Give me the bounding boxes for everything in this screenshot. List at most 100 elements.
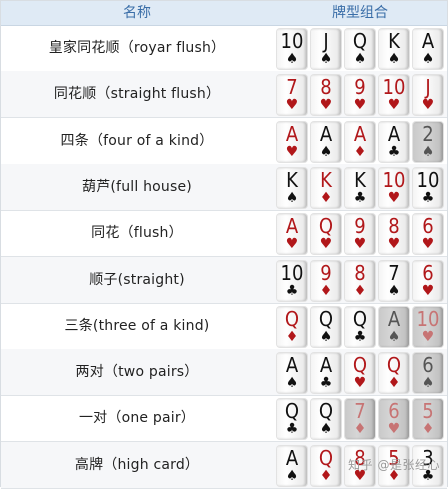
table-row: 皇家同花顺（royar flush） 10 ♠ J ♠ Q ♠ K ♠ A ♠: [1, 25, 447, 72]
card-suit-icon: ♠: [285, 375, 299, 392]
hand-cards: Q ♦ Q ♠ Q ♣ A ♠ 10 ♥: [277, 306, 447, 347]
hand-name: 高牌（high card）: [74, 456, 200, 473]
table-header: 名称 牌型组合: [1, 1, 447, 26]
playing-card: A ♠: [277, 353, 307, 394]
playing-card: K ♦: [311, 167, 341, 208]
card-rank: 10: [280, 260, 304, 285]
card-suit-icon: ♣: [353, 189, 367, 206]
card-suit-icon: ♣: [285, 282, 299, 299]
playing-card: 8 ♥: [379, 214, 409, 255]
card-rank: Q: [284, 306, 300, 331]
card-rank: Q: [318, 399, 334, 424]
playing-card: K ♠: [277, 167, 307, 208]
hand-cards: A ♥ Q ♥ 9 ♥ 8 ♥ 6 ♥: [277, 214, 447, 255]
card-suit-icon: ♥: [285, 143, 299, 160]
hand-cards: A ♠ A ♣ Q ♥ Q ♦ 6 ♠: [277, 353, 447, 394]
playing-card: 7 ♥: [277, 75, 307, 116]
playing-card: Q ♦: [379, 353, 409, 394]
card-suit-icon: ♦: [285, 328, 299, 345]
card-rank: 8: [320, 75, 332, 100]
card-rank: K: [320, 167, 332, 192]
playing-card: A ♥: [277, 214, 307, 255]
playing-card: 6 ♠: [413, 353, 443, 394]
card-suit-icon: ♦: [353, 421, 367, 438]
playing-card: 10 ♣: [277, 260, 307, 301]
card-suit-icon: ♣: [421, 189, 435, 206]
hand-name: 顺子(straight): [89, 271, 185, 288]
playing-card: Q ♠: [311, 306, 341, 347]
playing-card: 8 ♥: [311, 75, 341, 116]
hand-name: 两对（two pairs）: [75, 364, 199, 381]
card-suit-icon: ♠: [353, 51, 367, 67]
header-combo: 牌型组合: [332, 5, 388, 21]
card-suit-icon: ♠: [387, 328, 401, 345]
card-suit-icon: ♠: [421, 375, 435, 392]
playing-card: Q ♣: [277, 399, 307, 440]
table-row: 两对（two pairs） A ♠ A ♣ Q ♥ Q ♦ 6 ♠: [1, 349, 447, 397]
card-rank: A: [285, 121, 299, 146]
playing-card: 10 ♣: [413, 167, 443, 208]
hand-cards: 10 ♠ J ♠ Q ♠ K ♠ A ♠: [277, 29, 447, 69]
hand-cards: 7 ♥ 8 ♥ 9 ♥ 10 ♥ J ♥: [277, 75, 447, 116]
hand-name: 一对（one pair）: [78, 410, 195, 427]
playing-card: 10 ♥: [379, 167, 409, 208]
header-name: 名称: [123, 5, 151, 21]
card-suit-icon: ♣: [387, 143, 401, 160]
card-suit-icon: ♠: [319, 421, 333, 438]
card-rank: Q: [318, 214, 334, 239]
card-suit-icon: ♠: [285, 51, 299, 67]
card-suit-icon: ♥: [421, 328, 435, 345]
card-suit-icon: ♠: [319, 143, 333, 160]
hand-name: 三条(three of a kind): [64, 317, 210, 334]
card-suit-icon: ♥: [421, 236, 435, 253]
card-rank: 10: [416, 167, 440, 192]
card-rank: 8: [388, 214, 400, 239]
table-row: 同花顺（straight flush） 7 ♥ 8 ♥ 9 ♥ 10 ♥ J ♥: [1, 71, 447, 119]
card-rank: A: [285, 214, 299, 239]
playing-card: Q ♠: [311, 399, 341, 440]
playing-card: 7 ♦: [345, 399, 375, 440]
card-rank: 6: [422, 353, 434, 378]
card-rank: A: [353, 121, 367, 146]
card-rank: Q: [318, 445, 334, 470]
playing-card: Q ♦: [311, 445, 341, 486]
card-rank: A: [319, 353, 333, 378]
card-suit-icon: ♥: [387, 97, 401, 114]
card-suit-icon: ♦: [421, 421, 435, 438]
card-rank: 10: [382, 167, 406, 192]
card-rank: J: [323, 29, 329, 53]
playing-card: 2 ♠: [413, 121, 443, 162]
card-rank: 6: [422, 260, 434, 285]
card-suit-icon: ♥: [387, 236, 401, 253]
card-rank: 9: [354, 75, 366, 100]
card-suit-icon: ♥: [319, 236, 333, 253]
card-rank: 6: [422, 214, 434, 239]
hand-cards: 10 ♣ 9 ♦ 8 ♦ 7 ♠ 6 ♥: [277, 260, 447, 301]
card-suit-icon: ♠: [285, 189, 299, 206]
hand-name: 同花顺（straight flush）: [53, 86, 221, 103]
playing-card: 10 ♠: [277, 29, 307, 69]
playing-card: 5 ♦: [413, 399, 443, 440]
card-rank: 6: [388, 399, 400, 424]
playing-card: K ♣: [345, 167, 375, 208]
card-rank: Q: [284, 399, 300, 424]
playing-card: 6 ♥: [413, 260, 443, 301]
playing-card: A ♠: [413, 29, 443, 69]
playing-card: K ♠: [379, 29, 409, 69]
playing-card: 7 ♠: [379, 260, 409, 301]
playing-card: 6 ♥: [413, 214, 443, 255]
card-rank: J: [425, 75, 431, 100]
card-rank: A: [285, 353, 299, 378]
card-suit-icon: ♠: [285, 467, 299, 484]
hand-cards: K ♠ K ♦ K ♣ 10 ♥ 10 ♣: [277, 167, 447, 208]
card-suit-icon: ♥: [387, 189, 401, 206]
playing-card: A ♠: [311, 121, 341, 162]
card-suit-icon: ♠: [421, 51, 435, 67]
card-suit-icon: ♠: [387, 51, 401, 67]
card-rank: 7: [354, 399, 366, 424]
card-suit-icon: ♥: [319, 97, 333, 114]
card-suit-icon: ♥: [285, 236, 299, 253]
hand-name: 同花（flush）: [91, 225, 183, 242]
playing-card: 9 ♥: [345, 214, 375, 255]
playing-card: 10 ♥: [413, 306, 443, 347]
